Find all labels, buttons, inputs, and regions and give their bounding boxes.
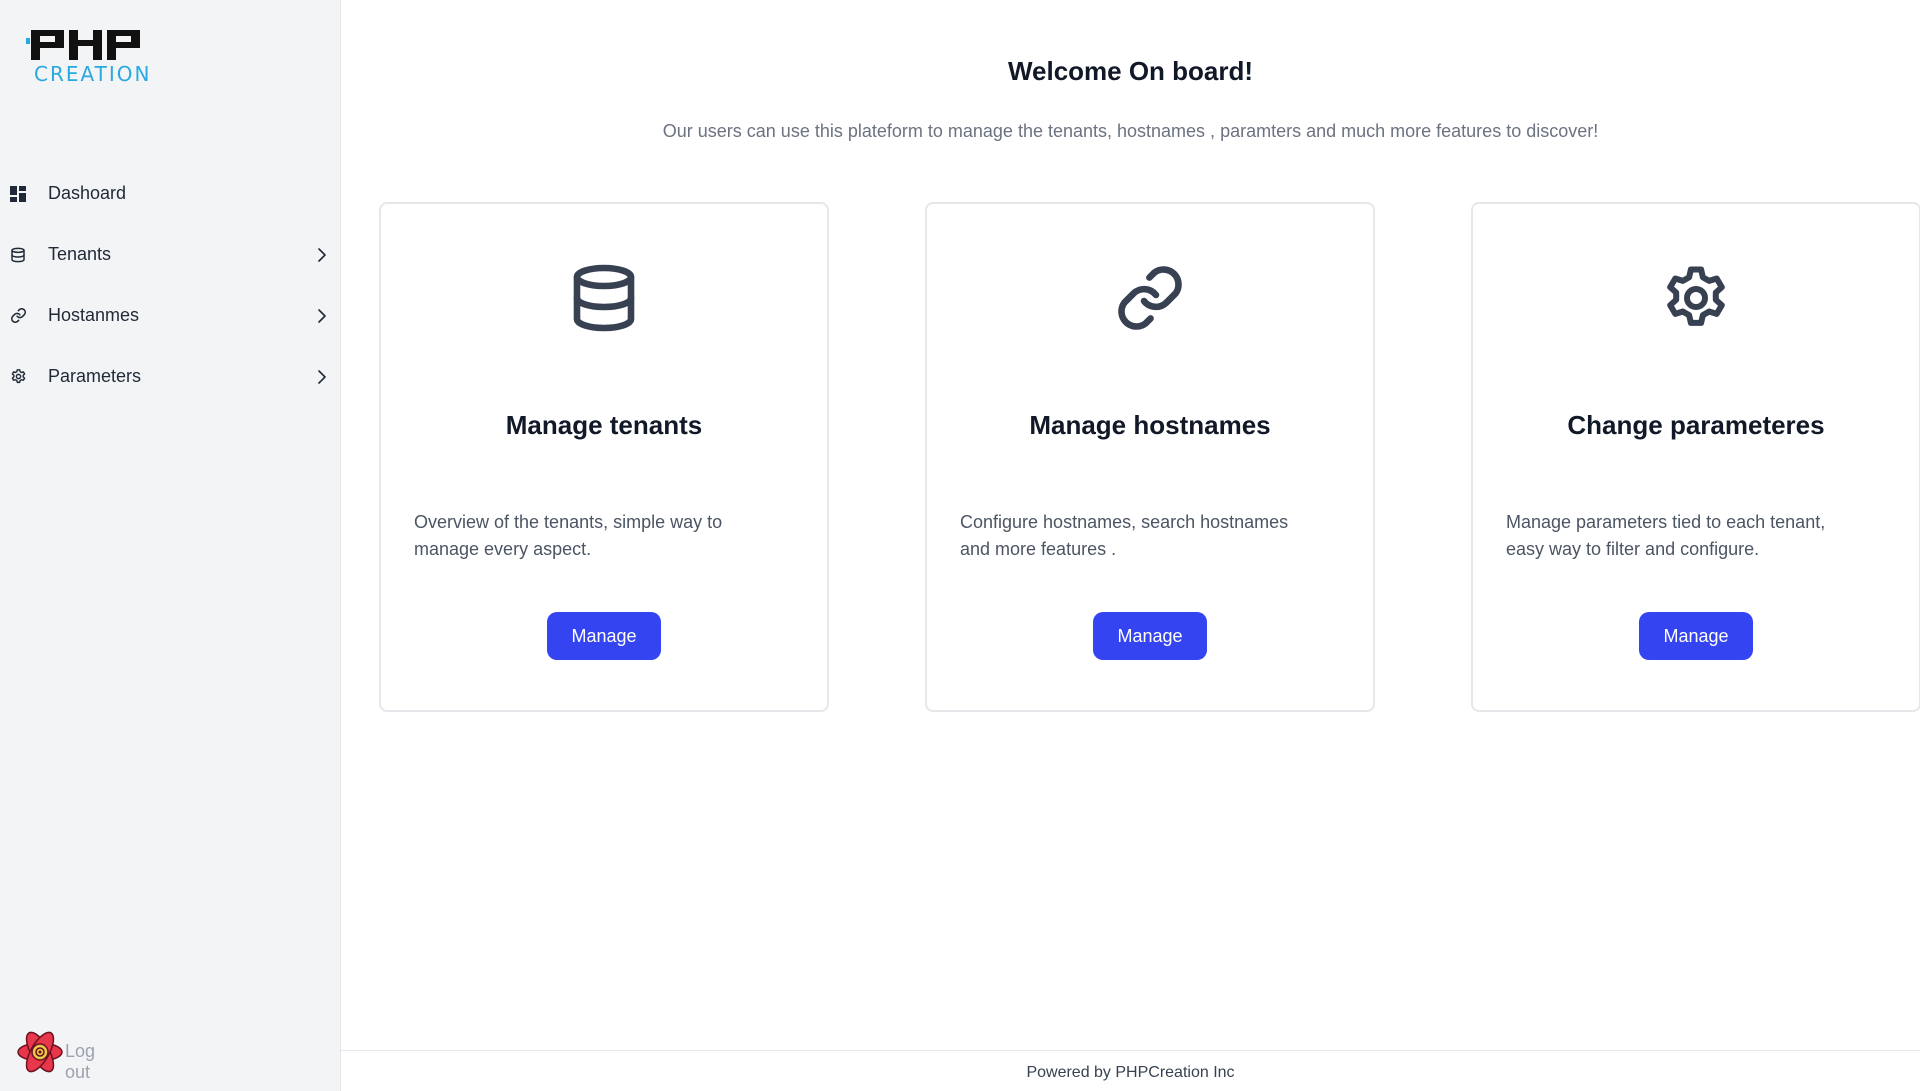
card-change-parameters: Change parameteres Manage parameters tie… [1471, 202, 1920, 712]
feature-cards: Manage tenants Overview of the tenants, … [379, 202, 1920, 712]
card-description: Configure hostnames, search hostnames an… [960, 512, 1289, 559]
sidebar-item-hostnames[interactable]: Hostanmes [0, 285, 340, 346]
manage-hostnames-button[interactable]: Manage [1093, 612, 1207, 660]
sidebar-item-dashboard[interactable]: Dashoard [0, 163, 340, 224]
sidebar-nav: Dashoard Tenants Hostanmes Parameters [0, 163, 340, 407]
page-subtitle: Our users can use this plateform to mana… [662, 121, 1599, 141]
sidebar-item-parameters[interactable]: Parameters [0, 346, 340, 407]
sidebar-item-label: Tenants [48, 244, 112, 264]
dashboard-grid-icon [9, 185, 27, 203]
footer: Powered by PHPCreation Inc [341, 1050, 1920, 1091]
sidebar-item-tenants[interactable]: Tenants [0, 224, 340, 285]
manage-tenants-button[interactable]: Manage [547, 612, 661, 660]
manage-parameters-button[interactable]: Manage [1639, 612, 1753, 660]
logout-label: Log out [65, 1041, 96, 1082]
card-manage-hostnames: Manage hostnames Configure hostnames, se… [925, 202, 1375, 712]
main-content: Welcome On board! Our users can use this… [341, 0, 1920, 1091]
chevron-right-icon [318, 369, 326, 384]
link-icon [927, 262, 1373, 334]
link-icon [9, 307, 27, 325]
card-description: Overview of the tenants, simple way to m… [414, 512, 723, 559]
chevron-right-icon [318, 308, 326, 323]
card-title: Manage tenants [505, 410, 703, 440]
database-icon [9, 246, 27, 264]
sidebar-item-label: Hostanmes [48, 305, 140, 325]
sidebar-item-label: Dashoard [48, 183, 127, 203]
sidebar: CREATION Dashoard Tenants Hostanmes Para… [0, 0, 341, 1091]
database-icon [381, 262, 827, 334]
gear-icon [9, 368, 27, 386]
chevron-right-icon [318, 247, 326, 262]
logo-subtext: CREATION [34, 62, 152, 86]
gear-icon [1473, 262, 1919, 334]
card-title: Manage hostnames [1029, 410, 1271, 440]
react-atom-icon [17, 1031, 63, 1073]
card-manage-tenants: Manage tenants Overview of the tenants, … [379, 202, 829, 712]
app: CREATION Dashoard Tenants Hostanmes Para… [0, 0, 1920, 1091]
brand-logo[interactable]: CREATION [26, 26, 166, 86]
card-description: Manage parameters tied to each tenant, e… [1506, 512, 1826, 559]
sidebar-item-label: Parameters [48, 366, 142, 386]
php-logo-icon [26, 30, 140, 60]
logout-button[interactable]: Log out [12, 1026, 95, 1082]
card-title: Change parameteres [1567, 410, 1825, 440]
page-title: Welcome On board! [1007, 56, 1254, 86]
